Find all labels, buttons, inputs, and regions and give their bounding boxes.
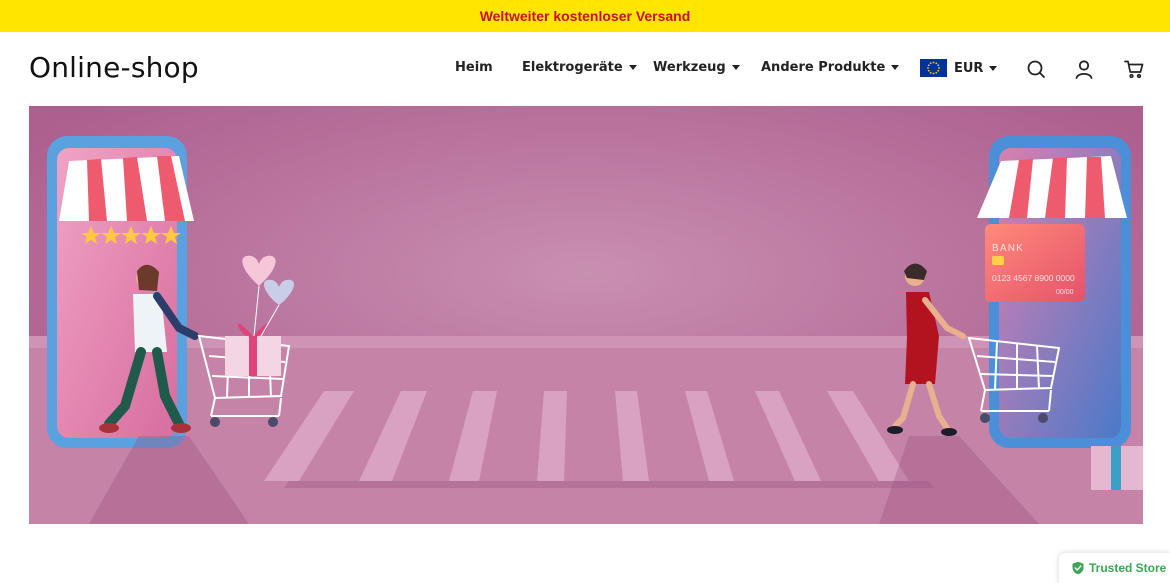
card-bank-label: BANK (992, 243, 1024, 254)
hero-banner[interactable]: BANK 0123 4567 8900 0000 00/00 (29, 106, 1143, 524)
site-header: Online-shop Heim Elektrogeräte Werkzeug … (0, 32, 1170, 106)
bank-card-illustration: BANK 0123 4567 8900 0000 00/00 (985, 224, 1085, 302)
user-icon[interactable] (1073, 58, 1095, 80)
site-logo[interactable]: Online-shop (29, 51, 199, 84)
caret-down-icon (628, 65, 637, 70)
nav-item-heim[interactable]: Heim (455, 60, 493, 75)
nav-item-werkzeug[interactable]: Werkzeug (653, 60, 740, 75)
shield-check-icon (1071, 561, 1085, 575)
card-number: 0123 4567 8900 0000 (992, 273, 1075, 283)
nav-item-elektrogeraete[interactable]: Elektrogeräte (522, 60, 637, 75)
caret-down-icon (731, 65, 740, 70)
caret-down-icon (891, 65, 900, 70)
nav-item-label: Heim (455, 60, 493, 75)
cart-icon[interactable] (1123, 58, 1145, 80)
nav-item-andere-produkte[interactable]: Andere Produkte (761, 60, 900, 75)
nav-item-label: Elektrogeräte (522, 60, 623, 75)
currency-label: EUR (954, 60, 984, 76)
trusted-store-label: Trusted Store (1089, 561, 1167, 575)
caret-down-icon (989, 65, 998, 71)
eu-flag-icon (920, 59, 947, 77)
nav-item-label: Werkzeug (653, 60, 726, 75)
nav-item-label: Andere Produkte (761, 60, 886, 75)
announcement-text: Weltweiter kostenloser Versand (479, 8, 691, 24)
card-expiry: 00/00 (1056, 289, 1074, 296)
trusted-store-badge[interactable]: Trusted Store (1059, 553, 1170, 583)
announcement-bar: Weltweiter kostenloser Versand (0, 0, 1170, 32)
currency-selector[interactable]: EUR (920, 59, 998, 77)
search-icon[interactable] (1025, 58, 1047, 80)
